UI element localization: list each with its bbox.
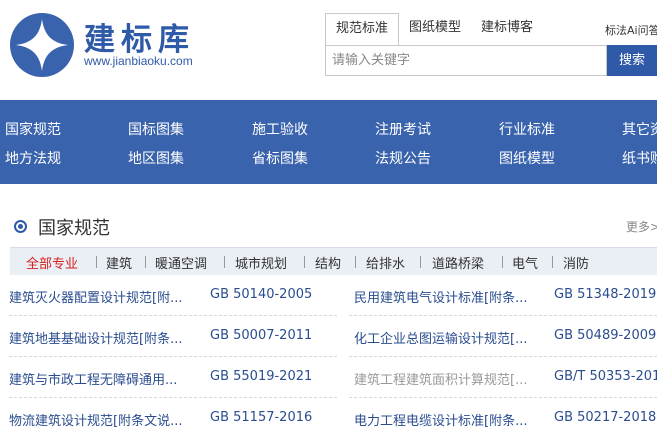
nav-item-national-codes[interactable]: 国家规范: [5, 119, 61, 139]
category-water-supply[interactable]: 给排水: [366, 253, 405, 272]
logo-icon[interactable]: [10, 13, 74, 77]
brand-name[interactable]: 建标库: [84, 14, 195, 59]
section-bullet-icon: [14, 220, 27, 233]
standard-name[interactable]: 建筑灭火器配置设计规范[附...: [9, 287, 182, 306]
standard-name[interactable]: 民用建筑电气设计标准[附条...: [354, 287, 527, 306]
category-fire-protection[interactable]: 消防: [563, 253, 589, 272]
nav-item-industry-standards[interactable]: 行业标准: [499, 119, 555, 139]
standard-code: GB 50489-2009: [554, 328, 657, 343]
row-divider: [9, 315, 339, 316]
category-architecture[interactable]: 建筑: [106, 253, 132, 272]
row-divider: [349, 356, 657, 357]
site-header: 建标库 www.jianbiaoku.com 规范标准 图纸模型 建标博客 标法…: [0, 0, 657, 100]
nav-item-provincial-atlas[interactable]: 省标图集: [252, 148, 308, 168]
nav-item-drawing-models[interactable]: 图纸模型: [499, 148, 555, 168]
nav-row-1: 国家规范 国标图集 施工验收 注册考试 行业标准 其它资料: [0, 119, 657, 139]
row-divider: [9, 356, 339, 357]
search-tabs: 规范标准 图纸模型 建标博客: [325, 13, 543, 45]
nav-item-book-purchase[interactable]: 纸书购买: [622, 148, 657, 168]
category-divider: [145, 256, 146, 268]
category-electrical[interactable]: 电气: [512, 253, 538, 272]
search-tab-drawings[interactable]: 图纸模型: [399, 13, 471, 45]
category-divider: [355, 256, 356, 268]
standard-name[interactable]: 物流建筑设计规范[附条文说...: [9, 410, 182, 429]
section-header: 国家规范 更多>>: [0, 211, 657, 241]
standard-name[interactable]: 化工企业总图运输设计规范[...: [354, 328, 527, 347]
category-divider: [96, 256, 97, 268]
nav-row-2: 地方法规 地区图集 省标图集 法规公告 图纸模型 纸书购买: [0, 148, 657, 168]
category-all[interactable]: 全部专业: [26, 253, 78, 272]
standard-name[interactable]: 建筑地基基础设计规范[附条...: [9, 328, 182, 347]
nav-item-construction-acceptance[interactable]: 施工验收: [252, 119, 308, 139]
row-divider: [9, 397, 339, 398]
nav-item-local-regulations[interactable]: 地方法规: [5, 148, 61, 168]
standard-code: GB 50007-2011: [210, 328, 313, 343]
standard-code: GB 50140-2005: [210, 287, 313, 302]
category-road-bridge[interactable]: 道路桥梁: [432, 253, 484, 272]
category-hvac[interactable]: 暖通空调: [155, 253, 207, 272]
standard-name[interactable]: 建筑工程建筑面积计算规范[...: [354, 369, 527, 388]
standard-code: GB 55019-2021: [210, 369, 313, 384]
category-divider: [304, 256, 305, 268]
category-bar: 全部专业 建筑 暖通空调 城市规划 结构 给排水 道路桥梁 电气 消防: [10, 247, 657, 275]
category-structure[interactable]: 结构: [315, 253, 341, 272]
search-input[interactable]: 请输入关键字: [325, 45, 607, 76]
category-divider: [502, 256, 503, 268]
standard-code: GB 51348-2019: [554, 287, 657, 302]
search-button[interactable]: 搜索: [607, 45, 657, 76]
category-divider: [224, 256, 225, 268]
nav-item-registration-exam[interactable]: 注册考试: [375, 119, 431, 139]
search-tab-blog[interactable]: 建标博客: [471, 13, 543, 45]
section-title: 国家规范: [38, 218, 110, 239]
nav-item-regional-atlas[interactable]: 地区图集: [128, 148, 184, 168]
row-divider: [349, 397, 657, 398]
search-tab-standards[interactable]: 规范标准: [325, 13, 400, 45]
standard-code: GB 51157-2016: [210, 410, 313, 425]
main-nav: 国家规范 国标图集 施工验收 注册考试 行业标准 其它资料 地方法规 地区图集 …: [0, 100, 657, 184]
standard-code: GB 50217-2018: [554, 410, 657, 425]
category-divider: [552, 256, 553, 268]
nav-item-national-atlas[interactable]: 国标图集: [128, 119, 184, 139]
category-divider: [420, 256, 421, 268]
standard-code: GB/T 50353-2013: [554, 369, 657, 384]
more-link[interactable]: 更多>>: [626, 218, 657, 235]
standard-name[interactable]: 电力工程电缆设计标准[附条...: [354, 410, 527, 429]
ai-qa-link[interactable]: 标法Ai问答: [605, 22, 657, 38]
nav-item-regulation-notices[interactable]: 法规公告: [375, 148, 431, 168]
row-divider: [349, 315, 657, 316]
standard-name[interactable]: 建筑与市政工程无障碍通用...: [9, 369, 177, 388]
category-urban-planning[interactable]: 城市规划: [235, 253, 287, 272]
nav-item-other-materials[interactable]: 其它资料: [622, 119, 657, 139]
brand-url[interactable]: www.jianbiaoku.com: [84, 54, 193, 68]
